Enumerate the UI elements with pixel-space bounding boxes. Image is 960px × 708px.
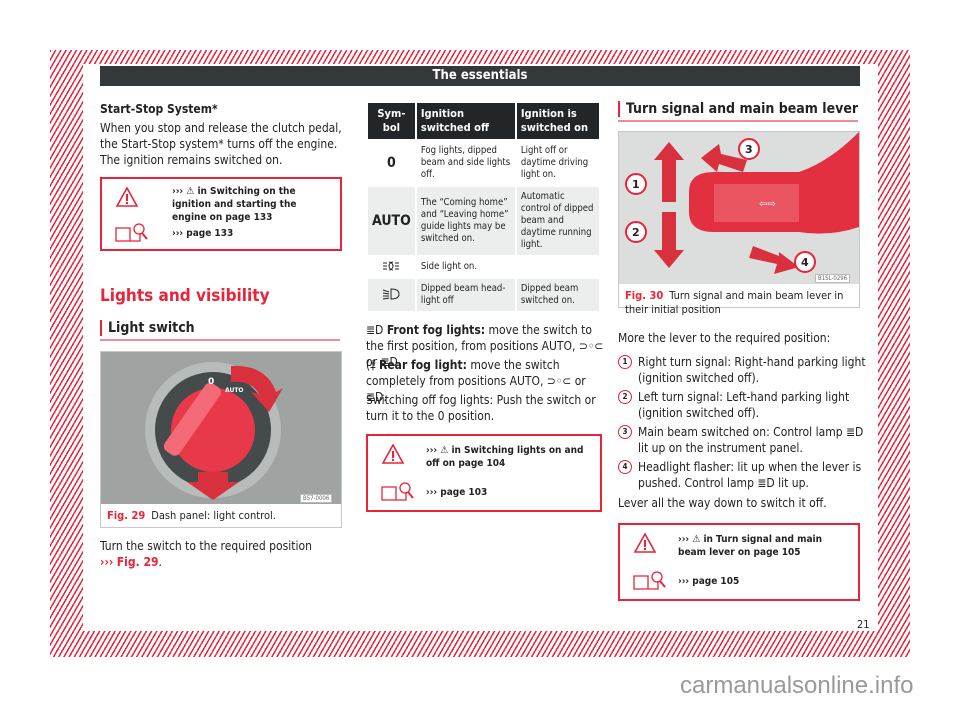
position-number: 1 <box>618 355 632 369</box>
table-cell: Fog lights, dipped beam and side lights … <box>420 145 511 180</box>
symbol-cell: 0 <box>387 155 396 171</box>
dipped-beam-icon <box>383 288 400 300</box>
lever-outro: Lever all the way down to switch it off. <box>618 496 827 510</box>
table-cell: Side light on. <box>420 261 478 272</box>
ref-arrow: ››› <box>100 555 114 569</box>
list-item-text: Left turn signal: Left-hand parking ligh… <box>638 390 850 420</box>
figure-link[interactable]: Fig. 29 <box>117 555 159 569</box>
reference-box: ››› ⚠ in Switching on the ignition and s… <box>100 177 342 251</box>
page-reference-link[interactable]: ››› page 105 <box>678 575 739 588</box>
table-row: Dipped beam head-light off Dipped beam s… <box>368 279 599 311</box>
list-item-text: Right turn signal: Right-hand parking li… <box>638 355 866 385</box>
symbol-cell <box>368 257 415 277</box>
table-cell: Automatic control of dipped beam and day… <box>516 187 599 255</box>
rear-fog-label: Rear fog light: <box>379 358 467 372</box>
table-cell: The “Coming home” and “Leaving home” gui… <box>416 187 515 255</box>
subsection-rule <box>100 339 340 341</box>
page-header: The essentials <box>100 66 860 86</box>
list-item-text: Main beam switched on: Control lamp ≣D l… <box>638 425 864 455</box>
rear-fog-icon: (‡ <box>366 358 376 372</box>
side-light-icon <box>383 261 400 271</box>
watermark: carmanualsonline.info <box>680 672 914 699</box>
page-reference-link[interactable]: ››› page 103 <box>426 486 487 499</box>
list-item: 1 Right turn signal: Right-hand parking … <box>618 354 868 386</box>
warning-icon <box>116 187 138 207</box>
table-row: AUTO The “Coming home” and “Leaving home… <box>368 187 599 255</box>
book-search-icon <box>115 223 148 242</box>
list-item: 2 Left turn signal: Left-hand parking li… <box>618 389 868 421</box>
figure-code: B1SL-0296 <box>815 274 851 283</box>
front-fog-icon: ≣D <box>366 323 384 337</box>
svg-text:⇦⇨: ⇦⇨ <box>759 199 776 210</box>
section-title: Lights and visibility <box>100 286 270 306</box>
table-row: Side light on. <box>368 257 599 277</box>
book-search-icon <box>381 482 414 501</box>
light-switch-table: Sym-bol Ignition switched off Ignition i… <box>366 101 601 313</box>
page-reference-link[interactable]: ››› page 133 <box>172 227 233 240</box>
table-cell: Dipped beam switched on. <box>516 279 599 311</box>
table-header: Sym-bol <box>368 103 415 139</box>
startstop-body: When you stop and release the clutch ped… <box>100 121 342 167</box>
figure-caption-text: Dash panel: light control. <box>151 509 276 522</box>
reference-box: ››› ⚠ in Switching lights on and off on … <box>366 434 602 512</box>
figure-caption: Fig. 30 Turn signal and main beam lever i… <box>625 289 853 317</box>
symbol-cell: AUTO <box>368 187 415 255</box>
subsection-title: Turn signal and main beam lever <box>618 101 858 117</box>
instruction-body: Turn the switch to the required position <box>100 539 312 553</box>
figure-label: Fig. 29 <box>107 509 146 522</box>
table-row: 0 Fog lights, dipped beam and side light… <box>368 141 599 185</box>
svg-text:4: 4 <box>801 256 809 269</box>
warning-reference-link[interactable]: ››› ⚠ in Switching on the ignition and s… <box>172 185 332 224</box>
table-header: Ignition switched off <box>416 103 515 139</box>
front-fog-label: Front fog lights: <box>386 323 486 337</box>
light-switch-illustration: 0 AUTO <box>101 352 341 504</box>
svg-text:3: 3 <box>745 143 753 156</box>
warning-icon <box>382 444 404 464</box>
subsection-rule <box>618 120 858 122</box>
position-number: 2 <box>618 390 632 404</box>
list-item: 3 Main beam switched on: Control lamp ≣D… <box>618 424 868 456</box>
symbol-cell <box>368 279 415 311</box>
figure-label: Fig. 30 <box>625 289 664 302</box>
figure-code: B57-0006 <box>300 494 333 503</box>
table-cell: Dipped beam head-light off <box>416 279 515 311</box>
table-header: Ignition is switched on <box>516 103 599 139</box>
warning-reference-link[interactable]: ››› ⚠ in Turn signal and main beam lever… <box>678 533 853 559</box>
instruction-end: . <box>158 555 162 569</box>
figure-30: ⇦⇨ 1 2 3 4 B1SL-0296 Fig. 30 Turn signal … <box>618 131 860 316</box>
svg-text:AUTO: AUTO <box>225 387 244 394</box>
warning-icon <box>634 533 656 553</box>
instruction-text: Turn the switch to the required position… <box>100 538 340 570</box>
svg-text:0: 0 <box>208 377 214 387</box>
reference-box: ››› ⚠ in Turn signal and main beam lever… <box>618 523 860 601</box>
book-search-icon <box>633 571 666 590</box>
table-header-row: Sym-bol Ignition switched off Ignition i… <box>368 103 599 139</box>
list-item-text: Headlight flasher: lit up when the lever… <box>638 460 862 490</box>
position-number: 4 <box>618 460 632 474</box>
subsection-title: Light switch <box>100 320 195 336</box>
figure-29: 0 AUTO B57-0006 Fig. 29 Dash panel: light… <box>100 351 342 528</box>
fog-off-paragraph: Switching off fog lights: Push the switc… <box>366 393 596 423</box>
list-item: 4 Headlight flasher: lit up when the lev… <box>618 459 868 491</box>
page-number: 21 <box>855 618 872 631</box>
svg-text:1: 1 <box>632 178 640 191</box>
startstop-title: Start-Stop System* <box>100 102 218 116</box>
lever-position-list: 1 Right turn signal: Right-hand parking … <box>618 354 868 490</box>
lever-intro: More the lever to the required position: <box>618 331 831 345</box>
turn-signal-lever-illustration: ⇦⇨ 1 2 3 4 <box>619 132 859 284</box>
position-number: 3 <box>618 425 632 439</box>
warning-reference-link[interactable]: ››› ⚠ in Switching lights on and off on … <box>426 444 596 470</box>
figure-caption: Fig. 29 Dash panel: light control. <box>107 509 276 523</box>
svg-text:2: 2 <box>632 226 640 239</box>
table-cell: Light off or daytime driving light on. <box>520 145 589 180</box>
